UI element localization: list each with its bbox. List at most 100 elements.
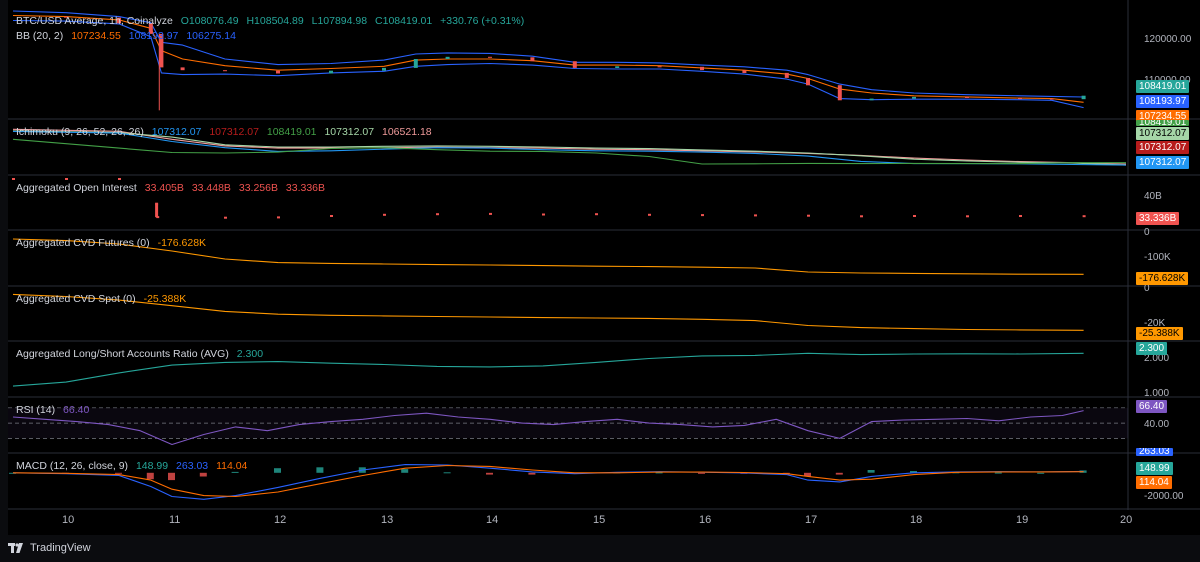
- cvd-futures-value: -176.628K: [157, 237, 207, 249]
- x-tick-label: 10: [62, 514, 75, 526]
- ichimoku-v4: 107312.07: [324, 126, 375, 138]
- macd-name[interactable]: MACD (12, 26, close, 9): [16, 460, 128, 472]
- price-candle: [382, 67, 386, 71]
- oi-low: 33.256B: [238, 182, 278, 194]
- oi-point: [542, 213, 545, 216]
- bb-upper-tag: 108193.97: [1136, 95, 1190, 108]
- macd-hist-tag: 263.03: [1136, 448, 1173, 456]
- macd-v2: 263.03: [176, 460, 209, 472]
- oi-point: [224, 216, 227, 219]
- oi-name[interactable]: Aggregated Open Interest: [16, 182, 137, 194]
- tradingview-logo[interactable]: TradingView: [8, 542, 91, 554]
- rsi-legend: RSI (14) 66.40: [16, 404, 94, 416]
- macd-hist-bar: [835, 472, 843, 475]
- macd-v1: 148.99: [135, 460, 169, 472]
- bb-upper-value: 108193.97: [128, 30, 179, 42]
- oi-close: 33.336B: [285, 182, 326, 194]
- x-tick-label: 13: [381, 514, 394, 526]
- oi-point: [701, 214, 704, 217]
- oi-point: [807, 214, 810, 217]
- price-candle: [1018, 98, 1022, 100]
- x-tick-label: 14: [486, 514, 499, 526]
- cvd-futures-legend: Aggregated CVD Futures (0) -176.628K: [16, 237, 211, 249]
- macd-hist-bar: [698, 472, 705, 474]
- price-candle: [784, 72, 789, 78]
- macd-hist-bar: [443, 472, 451, 474]
- chart-canvas[interactable]: [8, 0, 1200, 510]
- rsi-name[interactable]: RSI (14): [16, 404, 55, 416]
- oi-point: [65, 178, 68, 180]
- ichimoku-v5: 106521.18: [382, 126, 432, 138]
- macd-y-tick: -2000.00: [1144, 491, 1184, 502]
- cvd-futures-tag: -176.628K: [1136, 272, 1189, 285]
- oi-point: [12, 178, 15, 180]
- x-tick-label: 12: [274, 514, 287, 526]
- macd-signal-tag: 114.04: [1136, 476, 1172, 489]
- ichimoku-base-tag: 107312.07: [1136, 141, 1190, 154]
- x-tick-label: 19: [1016, 514, 1029, 526]
- price-candle: [445, 56, 450, 59]
- macd-hist-bar: [867, 470, 875, 473]
- bb-name[interactable]: BB (20, 2): [16, 30, 63, 42]
- price-candle: [657, 66, 662, 68]
- macd-hist-bar: [316, 467, 324, 473]
- oi-point: [383, 213, 386, 216]
- ls-y-tick: 1.000: [1144, 388, 1170, 399]
- cvd-futures-y-tick: 0: [1144, 227, 1150, 238]
- price-candle: [530, 57, 535, 62]
- oi-point: [489, 212, 492, 215]
- macd-hist-bar: [994, 472, 1002, 474]
- bb-lower-value: 106275.14: [186, 30, 236, 42]
- ohlc-change: +330.76 (+0.31%): [440, 15, 525, 27]
- oi-y-tick: 40B: [1144, 191, 1162, 202]
- price-candle: [912, 96, 916, 99]
- symbol-title[interactable]: BTC/USD Average, 1h, Coinalyze: [16, 15, 173, 27]
- ohlc-open: O108076.49: [180, 15, 239, 27]
- ls-ratio-name[interactable]: Aggregated Long/Short Accounts Ratio (AV…: [16, 348, 229, 360]
- x-tick-label: 18: [910, 514, 923, 526]
- ichimoku-span-tag: 107312.07: [1136, 127, 1190, 140]
- price-close-tag: 108419.01: [1136, 80, 1190, 93]
- ichimoku-v2: 107312.07: [209, 126, 259, 138]
- x-tick-label: 17: [805, 514, 818, 526]
- chart-frame: BTC/USD Average, 1h, Coinalyze O108076.4…: [8, 0, 1200, 535]
- price-candle: [1049, 98, 1054, 100]
- ls-ratio-legend: Aggregated Long/Short Accounts Ratio (AV…: [16, 348, 268, 360]
- macd-hist-bar: [115, 472, 122, 474]
- oi-point: [860, 215, 863, 218]
- ohlc-high: H108504.89: [246, 15, 304, 27]
- price-y-tick: 120000.00: [1144, 34, 1192, 45]
- oi-point: [754, 214, 757, 217]
- oi-point: [648, 213, 651, 216]
- oi-point: [330, 215, 333, 217]
- oi-point: [118, 178, 121, 180]
- x-tick-label: 11: [169, 514, 181, 526]
- macd-hist-bar: [486, 472, 493, 475]
- oi-point: [966, 215, 969, 218]
- oi-point: [595, 213, 598, 216]
- macd-hist-bar: [199, 472, 207, 477]
- price-candle: [837, 85, 842, 101]
- ichimoku-v3: 108419.01: [266, 126, 317, 138]
- oi-point: [1082, 215, 1086, 218]
- oi-legend: Aggregated Open Interest 33.405B 33.448B…: [16, 182, 330, 194]
- price-candle: [700, 66, 704, 71]
- ls-ratio-tag: 2.300: [1136, 342, 1168, 355]
- cvd-spot-tag: -25.388K: [1136, 327, 1183, 340]
- cvd-futures-name[interactable]: Aggregated CVD Futures (0): [16, 237, 150, 249]
- bb-basis-value: 107234.55: [71, 30, 121, 42]
- x-tick-label: 20: [1120, 514, 1133, 526]
- macd-hist-bar: [274, 468, 281, 473]
- price-candle: [223, 70, 227, 72]
- cvd-spot-name[interactable]: Aggregated CVD Spot (0): [16, 293, 136, 305]
- ichimoku-name[interactable]: Ichimoku (9, 26, 52, 26, 26): [16, 126, 144, 138]
- cvd-spot-legend: Aggregated CVD Spot (0) -25.388K: [16, 293, 191, 305]
- macd-line-tag: 148.99: [1136, 462, 1173, 475]
- price-candle: [180, 67, 185, 71]
- price-candle: [276, 70, 280, 74]
- macd-v3: 114.04: [216, 460, 248, 472]
- ichimoku-v1: 107312.07: [151, 126, 202, 138]
- macd-hist-bar: [401, 469, 409, 473]
- oi-point: [277, 216, 280, 219]
- price-candle: [965, 96, 969, 98]
